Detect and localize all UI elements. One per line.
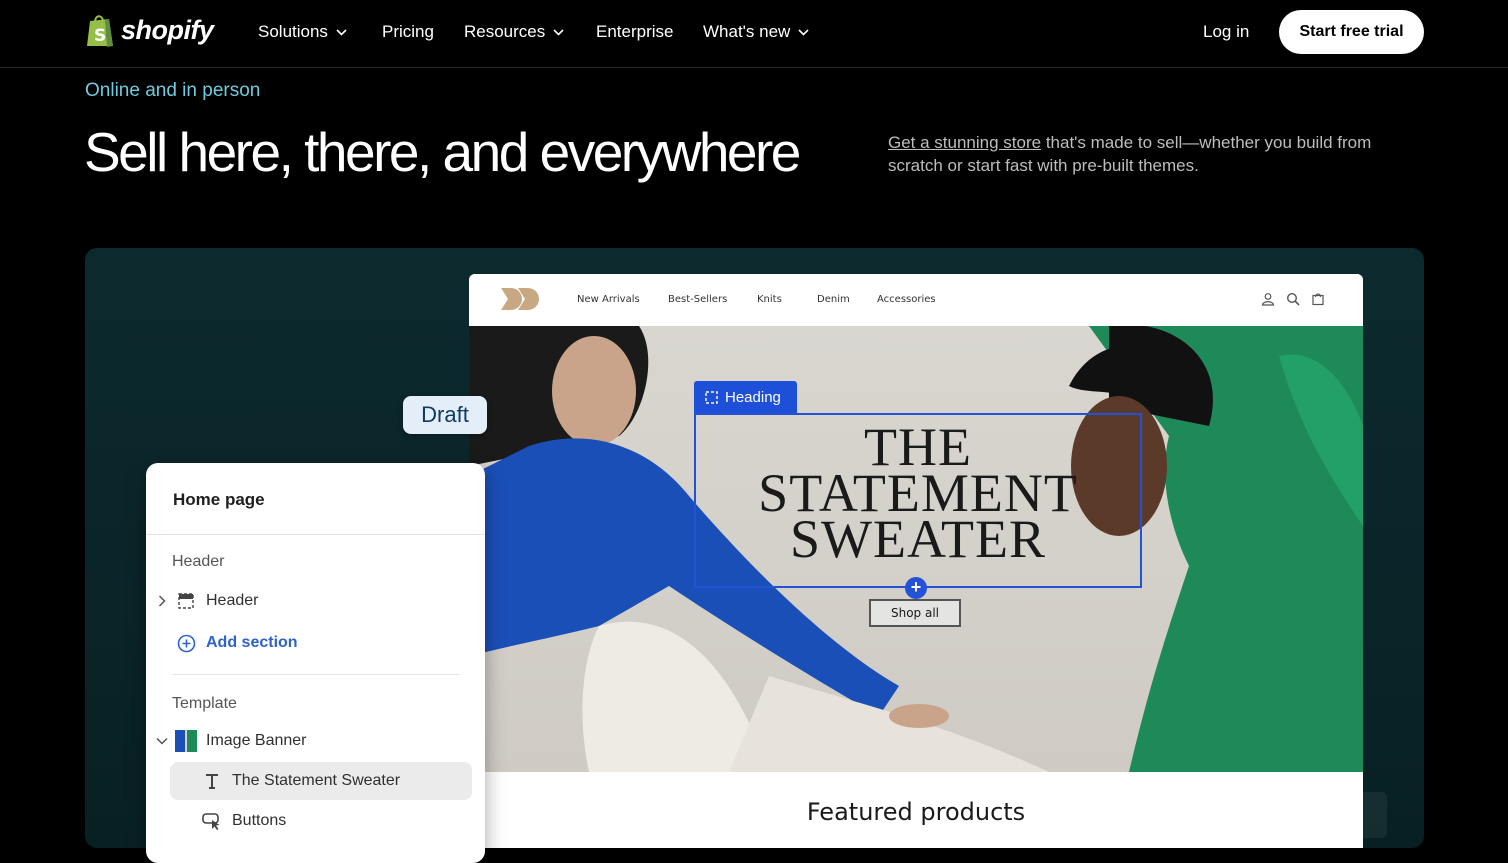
store-logo-icon bbox=[501, 288, 539, 310]
store-link-accessories[interactable]: Accessories bbox=[877, 294, 936, 305]
nav-solutions-label: Solutions bbox=[258, 22, 328, 41]
add-block-plus-icon[interactable]: + bbox=[905, 577, 927, 599]
hero-description: Get a stunning store that's made to sell… bbox=[888, 131, 1408, 177]
cart-icon[interactable] bbox=[1311, 292, 1325, 306]
sidebar-item-header-label: Header bbox=[206, 592, 259, 609]
theme-editor-sidebar: Home page Header Header Add section Temp… bbox=[146, 463, 485, 863]
chevron-down-icon bbox=[336, 28, 347, 36]
header-layout-icon bbox=[175, 590, 197, 612]
nav-pricing[interactable]: Pricing bbox=[382, 22, 434, 42]
screenshot-hint-toast: Press the "Prnt Scrn" on your keyboard t… bbox=[1117, 792, 1387, 838]
chevron-down-icon bbox=[798, 28, 809, 36]
shop-all-button[interactable]: Shop all bbox=[869, 599, 961, 627]
nav-resources[interactable]: Resources bbox=[464, 22, 564, 42]
search-icon[interactable] bbox=[1286, 292, 1300, 306]
nav-whats-new[interactable]: What's new bbox=[703, 22, 809, 42]
sidebar-item-statement-sweater-label: The Statement Sweater bbox=[232, 772, 401, 789]
sidebar-item-statement-sweater[interactable]: The Statement Sweater bbox=[201, 770, 400, 792]
sidebar-item-image-banner-label: Image Banner bbox=[206, 732, 307, 749]
hero-eyebrow: Online and in person bbox=[85, 80, 261, 101]
stunning-store-link[interactable]: Get a stunning store bbox=[888, 133, 1041, 152]
nav-enterprise[interactable]: Enterprise bbox=[596, 22, 673, 42]
divider bbox=[146, 534, 485, 535]
sidebar-item-image-banner[interactable]: Image Banner bbox=[154, 730, 307, 752]
sidebar-item-buttons-label: Buttons bbox=[232, 812, 287, 829]
sidebar-item-buttons[interactable]: Buttons bbox=[201, 810, 286, 832]
plus-circle-icon bbox=[175, 632, 197, 654]
divider bbox=[172, 674, 460, 675]
store-link-knits[interactable]: Knits bbox=[757, 294, 782, 305]
nav-whats-new-label: What's new bbox=[703, 22, 791, 41]
start-free-trial-button[interactable]: Start free trial bbox=[1279, 10, 1424, 54]
editor-page-title: Home page bbox=[173, 490, 265, 509]
brand-wordmark: shopify bbox=[121, 14, 214, 45]
top-nav: S shopify Solutions Pricing Resources En… bbox=[0, 0, 1508, 68]
store-link-new-arrivals[interactable]: New Arrivals bbox=[577, 294, 640, 305]
heading-block-tag[interactable]: Heading bbox=[694, 381, 797, 413]
nav-pricing-label: Pricing bbox=[382, 22, 434, 41]
button-cursor-icon bbox=[201, 810, 223, 832]
nav-resources-label: Resources bbox=[464, 22, 546, 41]
shopping-bag-icon: S bbox=[87, 15, 113, 47]
nav-solutions[interactable]: Solutions bbox=[258, 22, 347, 42]
chevron-down-icon bbox=[553, 28, 564, 36]
image-thumbnail-icon bbox=[175, 730, 197, 752]
store-link-denim[interactable]: Denim bbox=[817, 294, 850, 305]
shopify-logo[interactable]: S shopify bbox=[85, 12, 214, 48]
chevron-down-icon[interactable] bbox=[154, 733, 170, 749]
hero-headline: Sell here, there, and everywhere bbox=[84, 121, 801, 183]
store-link-best-sellers[interactable]: Best-Sellers bbox=[668, 294, 727, 305]
sidebar-item-header[interactable]: Header bbox=[154, 590, 258, 612]
select-frame-icon bbox=[705, 390, 718, 404]
statement-heading: THE STATEMENT SWEATER bbox=[758, 417, 1078, 569]
svg-text:S: S bbox=[94, 26, 106, 46]
store-nav: New Arrivals Best-Sellers Knits Denim Ac… bbox=[469, 274, 1363, 326]
nav-enterprise-label: Enterprise bbox=[596, 22, 674, 41]
store-preview: New Arrivals Best-Sellers Knits Denim Ac… bbox=[469, 274, 1363, 848]
user-icon[interactable] bbox=[1261, 292, 1275, 306]
add-section-button[interactable]: Add section bbox=[175, 632, 298, 654]
chevron-right-icon[interactable] bbox=[154, 593, 170, 609]
draft-badge: Draft bbox=[403, 396, 487, 434]
add-section-label: Add section bbox=[206, 634, 298, 651]
heading-tag-label: Heading bbox=[725, 388, 781, 406]
group-template-label: Template bbox=[172, 695, 237, 712]
text-icon bbox=[201, 770, 223, 792]
login-link[interactable]: Log in bbox=[1203, 22, 1249, 42]
group-header-label: Header bbox=[172, 553, 225, 570]
